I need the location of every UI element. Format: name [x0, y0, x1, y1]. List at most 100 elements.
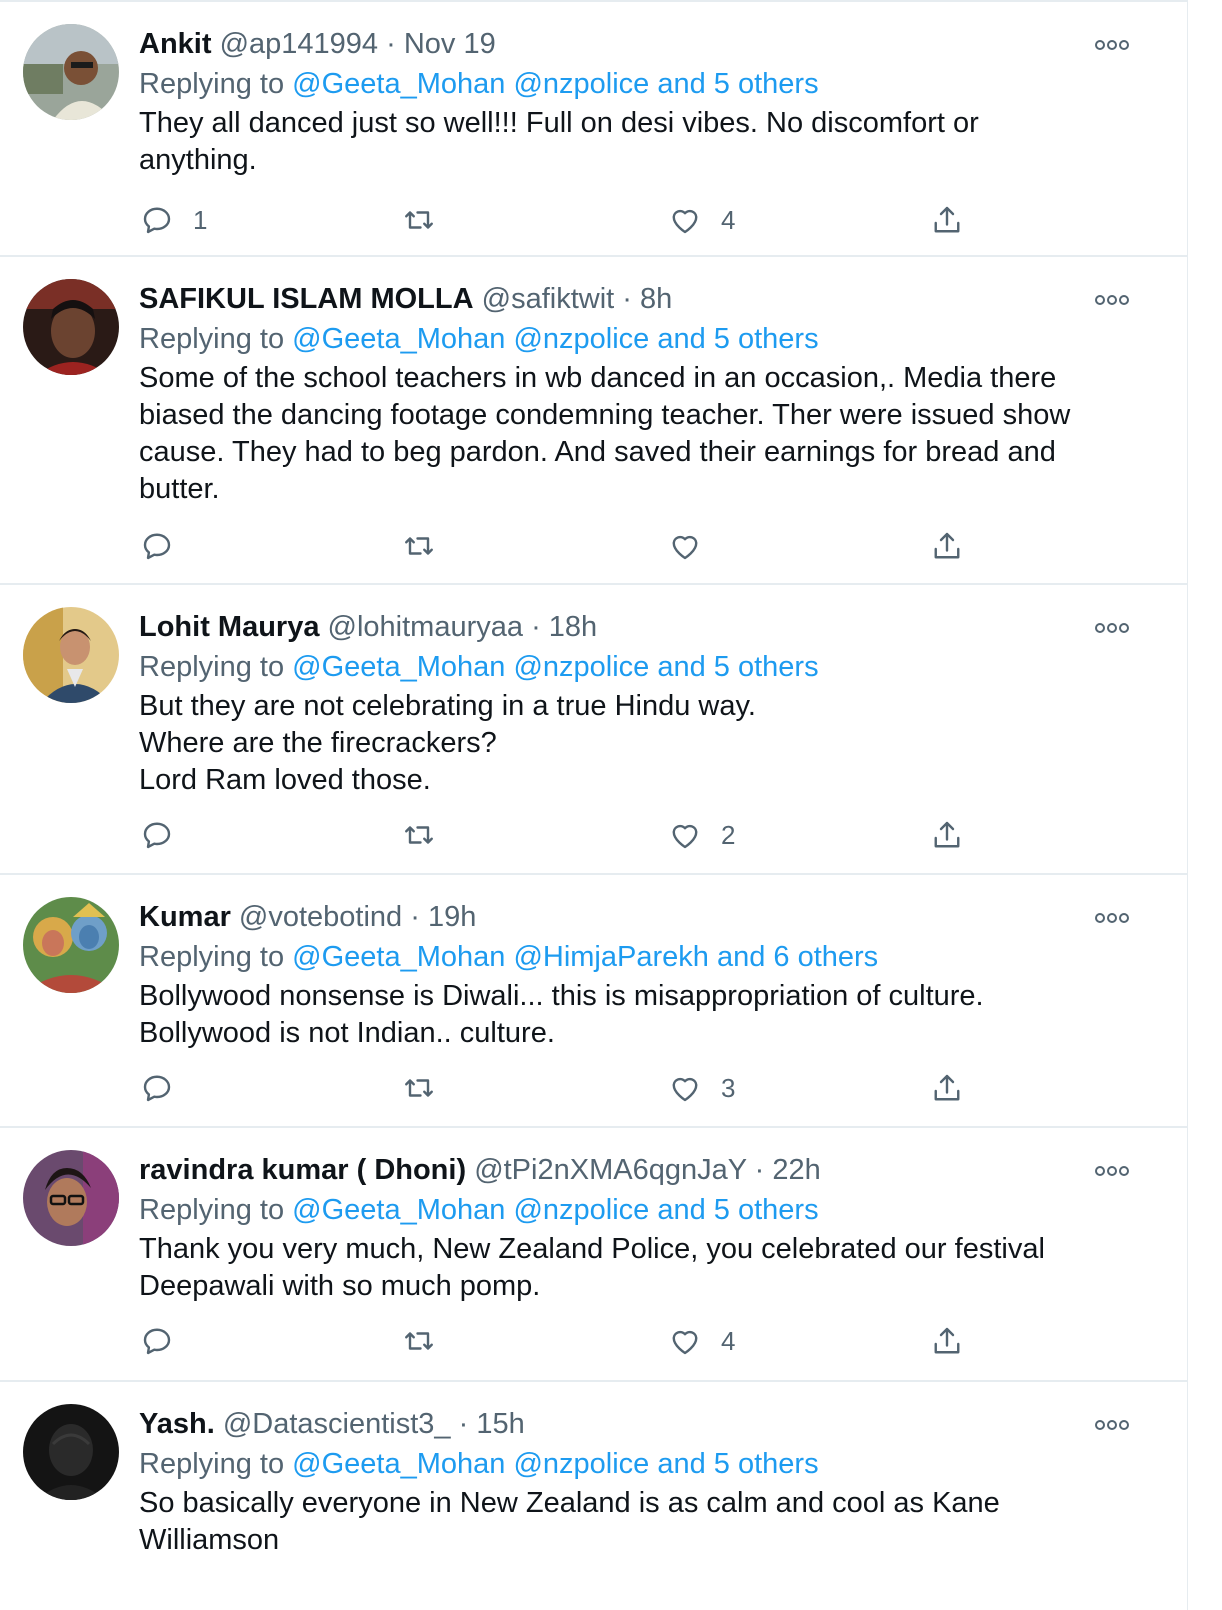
like-button[interactable]: 3	[667, 1068, 735, 1108]
tweet[interactable]: Lohit Maurya @lohitmauryaa · 18h Replyin…	[0, 585, 1188, 875]
tweet-text: Thank you very much, New Zealand Police,…	[139, 1233, 1045, 1302]
avatar[interactable]	[23, 279, 119, 375]
avatar[interactable]	[23, 1150, 119, 1246]
avatar[interactable]	[23, 897, 119, 993]
retweet-button[interactable]	[401, 815, 437, 855]
action-bar: 1 4	[139, 200, 1188, 240]
separator-dot: ·	[622, 283, 632, 315]
separator-dot: ·	[754, 1154, 765, 1186]
reply-button[interactable]	[139, 1321, 193, 1361]
retweet-button[interactable]	[401, 1068, 437, 1108]
retweet-icon	[405, 826, 433, 844]
avatar[interactable]	[23, 1404, 119, 1500]
user-name[interactable]: ravindra kumar ( Dhoni)	[139, 1154, 466, 1186]
tweet-header: Kumar @votebotind · 19h	[139, 897, 1148, 937]
retweet-button[interactable]	[401, 1321, 437, 1361]
share-button[interactable]	[929, 526, 965, 566]
retweet-button[interactable]	[401, 200, 437, 240]
like-count: 2	[721, 819, 736, 850]
replying-label: Replying to	[139, 1448, 285, 1480]
user-handle[interactable]: @ap141994	[220, 28, 378, 60]
heart-icon	[672, 209, 698, 234]
user-handle[interactable]: @Datascientist3_	[223, 1408, 451, 1440]
tweet-text: They all danced just so well!!! Full on …	[139, 107, 979, 176]
reply-count: 1	[193, 204, 208, 235]
retweet-button[interactable]	[401, 526, 437, 566]
share-upload-icon	[934, 821, 960, 848]
reply-bubble-icon	[143, 1075, 171, 1102]
reply-mentions-link[interactable]: @Geeta_Mohan @nzpolice and 5 others	[292, 1194, 818, 1226]
share-upload-icon	[934, 1327, 960, 1354]
retweet-icon	[405, 1079, 433, 1097]
share-button[interactable]	[929, 200, 965, 240]
user-name[interactable]: Ankit	[139, 28, 212, 60]
separator-dot: ·	[386, 28, 396, 60]
share-upload-icon	[934, 1074, 960, 1101]
tweet-header: Yash. @Datascientist3_ · 15h	[139, 1404, 1148, 1444]
share-button[interactable]	[929, 815, 965, 855]
tweet[interactable]: Kumar @votebotind · 19h Replying to @Gee…	[0, 875, 1188, 1128]
user-name[interactable]: SAFIKUL ISLAM MOLLA	[139, 283, 474, 315]
tweet-text: Some of the school teachers in wb danced…	[139, 362, 1071, 505]
heart-icon	[672, 535, 698, 560]
like-count: 4	[721, 1325, 736, 1356]
share-button[interactable]	[929, 1321, 965, 1361]
timestamp[interactable]: Nov 19	[404, 28, 496, 60]
reply-button[interactable]	[139, 526, 193, 566]
tweet-text: But they are not celebrating in a true H…	[139, 690, 756, 796]
reply-bubble-icon	[143, 533, 171, 560]
more-dots-icon[interactable]	[1094, 38, 1130, 52]
tweet[interactable]: SAFIKUL ISLAM MOLLA @safiktwit · 8h Repl…	[0, 257, 1188, 585]
user-handle[interactable]: @votebotind	[239, 901, 402, 933]
tweet[interactable]: Ankit @ap141994 · Nov 19 Replying to @Ge…	[0, 0, 1188, 257]
tweet[interactable]: ravindra kumar ( Dhoni) @tPi2nXMA6qgnJaY…	[0, 1128, 1188, 1382]
user-name[interactable]: Lohit Maurya	[139, 611, 319, 643]
share-button[interactable]	[929, 1068, 965, 1108]
user-handle[interactable]: @lohitmauryaa	[328, 611, 523, 643]
share-upload-icon	[934, 532, 960, 559]
reply-bubble-icon	[143, 207, 171, 234]
like-button[interactable]: 4	[667, 200, 735, 240]
user-handle[interactable]: @safiktwit	[482, 283, 615, 315]
retweet-icon	[405, 537, 433, 555]
reply-mentions-link[interactable]: @Geeta_Mohan @nzpolice and 5 others	[292, 323, 818, 355]
more-dots-icon[interactable]	[1094, 621, 1130, 635]
timestamp[interactable]: 18h	[549, 611, 597, 643]
tweet-header: Ankit @ap141994 · Nov 19	[139, 24, 1148, 64]
timestamp[interactable]: 19h	[428, 901, 476, 933]
timestamp[interactable]: 22h	[772, 1154, 820, 1186]
tweet-header: ravindra kumar ( Dhoni) @tPi2nXMA6qgnJaY…	[139, 1150, 1148, 1190]
user-name[interactable]: Yash.	[139, 1408, 215, 1440]
like-button[interactable]: 4	[667, 1321, 735, 1361]
reply-mentions-link[interactable]: @Geeta_Mohan @nzpolice and 5 others	[292, 651, 818, 683]
reply-button[interactable]: 1	[139, 200, 207, 240]
timestamp[interactable]: 15h	[476, 1408, 524, 1440]
reply-button[interactable]	[139, 1068, 193, 1108]
timestamp[interactable]: 8h	[640, 283, 672, 315]
more-dots-icon[interactable]	[1094, 293, 1130, 307]
like-button[interactable]: 2	[667, 815, 735, 855]
reply-button[interactable]	[139, 815, 193, 855]
avatar[interactable]	[23, 607, 119, 703]
more-dots-icon[interactable]	[1094, 1418, 1130, 1432]
heart-icon	[672, 1077, 698, 1102]
reply-feed: Ankit @ap141994 · Nov 19 Replying to @Ge…	[0, 0, 1188, 1610]
reply-mentions-link[interactable]: @Geeta_Mohan @nzpolice and 5 others	[292, 68, 818, 100]
reply-mentions-link[interactable]: @Geeta_Mohan @HimjaParekh and 6 others	[292, 941, 878, 973]
reply-bubble-icon	[143, 1328, 171, 1355]
heart-icon	[672, 1330, 698, 1355]
like-button[interactable]	[667, 526, 721, 566]
action-bar: 3	[139, 1068, 1188, 1108]
more-dots-icon[interactable]	[1094, 911, 1130, 925]
action-bar	[139, 526, 1188, 566]
tweet[interactable]: Yash. @Datascientist3_ · 15h Replying to…	[0, 1382, 1188, 1610]
replying-to: Replying to @Geeta_Mohan @nzpolice and 5…	[139, 647, 1148, 688]
user-handle[interactable]: @tPi2nXMA6qgnJaY	[474, 1154, 746, 1186]
separator-dot: ·	[531, 611, 541, 643]
user-name[interactable]: Kumar	[139, 901, 231, 933]
reply-mentions-link[interactable]: @Geeta_Mohan @nzpolice and 5 others	[292, 1448, 818, 1480]
more-dots-icon[interactable]	[1094, 1164, 1130, 1178]
separator-dot: ·	[458, 1408, 469, 1440]
replying-label: Replying to	[139, 941, 285, 973]
avatar[interactable]	[23, 24, 119, 120]
